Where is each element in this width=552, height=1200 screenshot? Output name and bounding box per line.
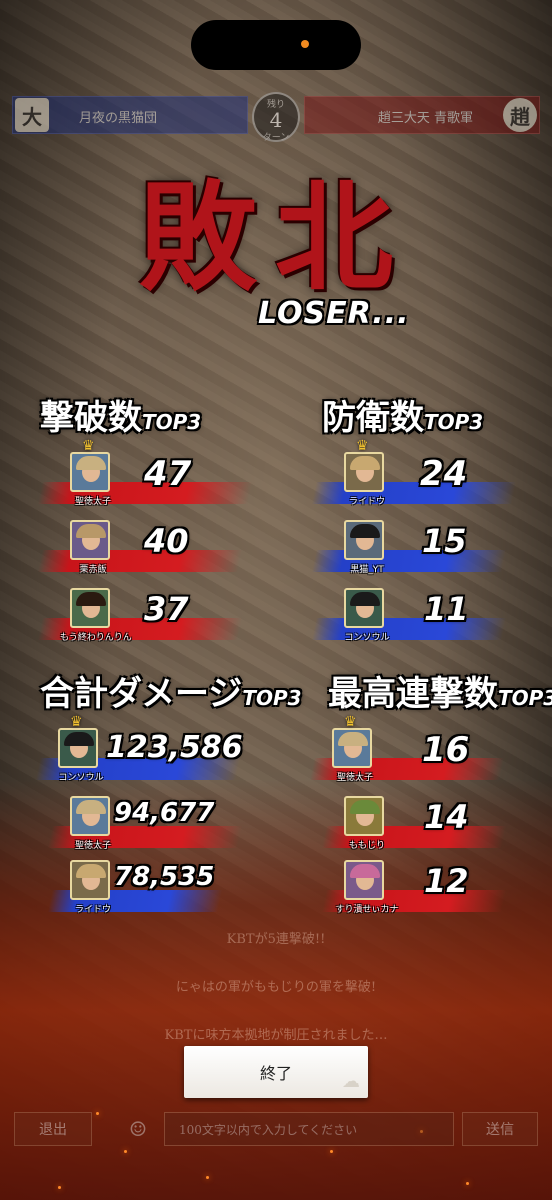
damage-ranking-title: 合計ダメージTOP3 xyxy=(40,666,302,715)
team-bar: 大 月夜の黒猫団 残り 4 ターン 趙三大天 青歌軍 趙 xyxy=(12,92,540,143)
kills-ranking-title: 撃破数TOP3 xyxy=(40,390,201,439)
crown-icon: ♛ xyxy=(82,438,95,454)
player-name: コンソウル xyxy=(58,773,104,783)
combo-rank-3: すり潰せぃカナ 12 xyxy=(321,860,524,922)
player-name: もう終わりんりん xyxy=(60,633,132,643)
kills-rank-2: 栗赤飯 40 xyxy=(37,520,250,582)
avatar xyxy=(70,796,110,836)
send-button[interactable]: 送信 xyxy=(462,1112,538,1146)
rank-value: 123,586 xyxy=(106,730,243,765)
damage-rank-1: ♛ コンソウル 123,586 xyxy=(35,714,258,790)
defense-ranking-title: 防衛数TOP3 xyxy=(322,390,483,439)
avatar xyxy=(70,860,110,900)
avatar xyxy=(70,520,110,560)
damage-rank-3: ライドウ 78,535 xyxy=(47,860,270,922)
defense-rank-1: ♛ ライドウ 24 xyxy=(311,438,524,514)
player-name: 聖徳太子 xyxy=(336,773,373,783)
chat-input[interactable]: 100文字以内で入力してください xyxy=(164,1112,454,1146)
damage-title-suffix: TOP3 xyxy=(242,686,302,710)
rank-value: 14 xyxy=(424,798,469,836)
crown-icon: ♛ xyxy=(356,438,369,454)
ember-particle xyxy=(466,1182,469,1185)
camera-indicator-icon xyxy=(301,40,309,48)
exit-button[interactable]: 退出 xyxy=(14,1112,92,1146)
enemy-team-name: 趙三大天 青歌軍 xyxy=(377,111,473,126)
combo-title-text: 最高連撃数 xyxy=(328,674,498,714)
battle-log-line: KBTが5連撃破!! xyxy=(226,932,326,947)
rank-value: 78,535 xyxy=(114,862,215,892)
player-name: ライドウ xyxy=(74,905,111,915)
rank-value: 37 xyxy=(144,590,189,628)
avatar xyxy=(70,452,110,492)
crown-icon: ♛ xyxy=(70,714,83,730)
kills-rank-1: ♛ 聖徳太子 47 xyxy=(37,438,253,514)
turns-value: 4 xyxy=(269,108,283,132)
rank-value: 40 xyxy=(144,522,189,560)
chat-bar: 退出 ☺ 100文字以内で入力してください 送信 xyxy=(0,1100,552,1160)
ally-team-name: 月夜の黒猫団 xyxy=(79,111,158,126)
player-name: ももじり xyxy=(348,841,385,851)
kills-title-text: 撃破数 xyxy=(40,398,142,438)
rank-value: 94,677 xyxy=(114,798,215,828)
rank-value: 12 xyxy=(424,862,469,900)
ember-particle xyxy=(58,1186,61,1189)
ember-particle xyxy=(206,1176,209,1179)
kills-title-suffix: TOP3 xyxy=(142,410,202,434)
damage-title-text: 合計ダメージ xyxy=(40,674,243,714)
ally-team-banner: 大 月夜の黒猫団 xyxy=(12,96,248,134)
avatar xyxy=(344,588,384,628)
player-name: 黒猫_YT xyxy=(350,565,384,575)
ally-emblem-icon: 大 xyxy=(15,98,49,132)
player-name: ライドウ xyxy=(348,497,385,507)
defeat-title: 敗北 xyxy=(138,168,411,307)
defense-rank-2: 黒猫_YT 15 xyxy=(311,520,524,582)
avatar xyxy=(344,520,384,560)
avatar xyxy=(70,588,110,628)
player-name: すり潰せぃカナ xyxy=(335,905,399,915)
battle-log-line: KBTに味方本拠地が制圧されました… xyxy=(164,1028,388,1043)
dynamic-island xyxy=(191,20,361,70)
enemy-team-banner: 趙三大天 青歌軍 趙 xyxy=(304,96,540,134)
rank-value: 15 xyxy=(422,522,467,560)
loser-subtitle: LOSER... xyxy=(258,296,410,331)
defense-rank-3: コンソウル 11 xyxy=(311,588,524,650)
avatar xyxy=(344,860,384,900)
rank-value: 16 xyxy=(422,730,470,770)
rank-value: 11 xyxy=(424,590,469,628)
kills-rank-3: もう終わりんりん 37 xyxy=(37,588,250,650)
smiley-icon[interactable]: ☺ xyxy=(118,1112,158,1146)
cloud-ornament-icon: ☁ xyxy=(342,1071,360,1092)
rank-value: 24 xyxy=(420,454,468,494)
player-name: 聖徳太子 xyxy=(74,841,111,851)
combo-ranking-title: 最高連撃数TOP3 xyxy=(328,666,552,715)
defense-title-text: 防衛数 xyxy=(322,398,424,438)
combo-title-suffix: TOP3 xyxy=(498,686,552,710)
crown-icon: ♛ xyxy=(344,714,357,730)
end-button[interactable]: 終了 ☁ xyxy=(184,1046,368,1098)
avatar xyxy=(332,728,372,768)
combo-rank-1: ♛ 聖徳太子 16 xyxy=(309,714,522,790)
end-button-label: 終了 xyxy=(259,1064,292,1083)
player-name: 栗赤飯 xyxy=(79,565,107,575)
defense-title-suffix: TOP3 xyxy=(424,410,484,434)
combo-rank-2: ももじり 14 xyxy=(321,796,524,858)
turns-unit: ターン xyxy=(262,133,290,143)
avatar xyxy=(58,728,98,768)
avatar xyxy=(344,796,384,836)
player-name: コンソウル xyxy=(344,633,390,643)
avatar xyxy=(344,452,384,492)
player-name: 聖徳太子 xyxy=(74,497,111,507)
battle-log-line: にゃはの軍がももじりの軍を撃破! xyxy=(175,980,377,995)
enemy-emblem-icon: 趙 xyxy=(503,98,537,132)
rank-value: 47 xyxy=(144,454,192,494)
remaining-turns: 残り 4 ターン xyxy=(252,92,300,143)
damage-rank-2: 聖徳太子 94,677 xyxy=(47,796,270,858)
